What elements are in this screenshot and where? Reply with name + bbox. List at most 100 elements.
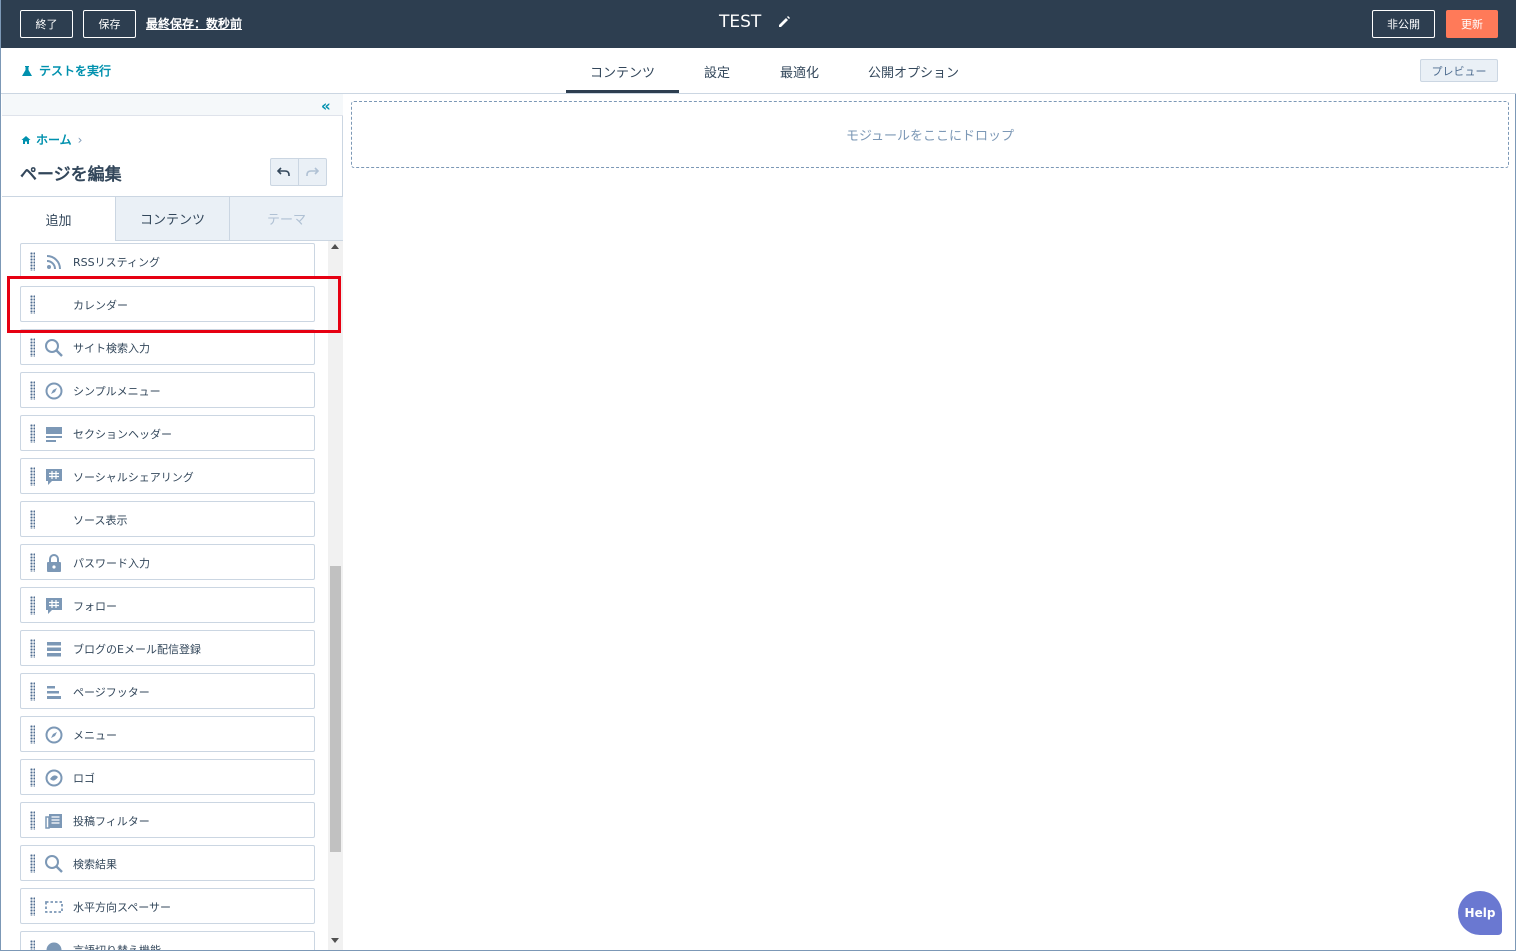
tab-optimize[interactable]: 最適化: [780, 62, 819, 81]
search-icon: [45, 855, 63, 873]
double-chevron-left-icon[interactable]: «: [321, 97, 331, 115]
compass-icon: [45, 382, 63, 400]
section-header-icon: [46, 427, 62, 442]
module-label: シンプルメニュー: [73, 385, 161, 398]
undo-icon: [277, 167, 291, 176]
module-label: RSSリスティング: [73, 256, 160, 269]
rss-icon: [46, 255, 61, 270]
module-label: 水平方向スペーサー: [73, 901, 172, 914]
breadcrumb-separator: ›: [77, 132, 83, 147]
module-item[interactable]: ソーシャルシェアリング: [20, 458, 315, 494]
editor-nav-bar: テストを実行 コンテンツ 設定 最適化 公開オプション プレビュー: [1, 48, 1516, 94]
breadcrumb: ホーム ›: [21, 131, 82, 148]
drag-handle-icon[interactable]: [30, 897, 35, 916]
module-label: ブログのEメール配信登録: [73, 643, 201, 656]
module-item[interactable]: ソース表示: [20, 501, 315, 537]
module-label: 言語切り替え機能: [73, 942, 161, 950]
module-item[interactable]: 水平方向スペーサー: [20, 888, 315, 924]
module-item[interactable]: ロゴ: [20, 759, 315, 795]
module-label: ページフッター: [73, 686, 150, 699]
module-item[interactable]: 投稿フィルター: [20, 802, 315, 838]
search-icon: [45, 339, 63, 357]
module-item[interactable]: 言語切り替え機能: [20, 931, 315, 950]
module-list: RSSリスティング カレンダー サイト検索入力 シンプルメニュー セクションヘッ…: [2, 241, 328, 950]
active-tab-indicator: [566, 90, 679, 93]
module-label: パスワード入力: [73, 557, 150, 570]
save-button[interactable]: 保存: [83, 10, 136, 38]
breadcrumb-home[interactable]: ホーム: [36, 131, 72, 148]
top-bar: 終了 保存 最終保存：数秒前 TEST 非公開 更新: [1, 0, 1516, 48]
drag-handle-icon[interactable]: [30, 338, 35, 357]
update-button[interactable]: 更新: [1446, 10, 1498, 38]
module-label: サイト検索入力: [73, 342, 150, 355]
tab-add[interactable]: 追加: [2, 197, 115, 241]
module-drop-zone[interactable]: モジュールをここにドロップ: [351, 101, 1509, 168]
drag-handle-icon[interactable]: [30, 467, 35, 486]
drag-handle-icon[interactable]: [30, 682, 35, 701]
module-label: ソース表示: [73, 514, 128, 527]
module-item[interactable]: シンプルメニュー: [20, 372, 315, 408]
footer-icon: [47, 686, 61, 699]
module-label: メニュー: [73, 729, 117, 742]
last-saved-link[interactable]: 最終保存：数秒前: [146, 15, 242, 32]
tab-sidebar-content[interactable]: コンテンツ: [115, 197, 229, 241]
drag-handle-icon[interactable]: [30, 553, 35, 572]
drag-handle-icon[interactable]: [30, 768, 35, 787]
app-window: 終了 保存 最終保存：数秒前 TEST 非公開 更新 テストを実行 コンテンツ …: [0, 0, 1516, 951]
lock-icon: [47, 554, 61, 572]
unpublish-button[interactable]: 非公開: [1372, 10, 1435, 38]
module-item[interactable]: ページフッター: [20, 673, 315, 709]
exit-button[interactable]: 終了: [20, 10, 73, 38]
scroll-up-arrow-icon[interactable]: [331, 244, 339, 249]
drag-handle-icon[interactable]: [30, 639, 35, 658]
logo-icon: [45, 769, 63, 787]
module-label: 投稿フィルター: [73, 815, 150, 828]
module-item[interactable]: パスワード入力: [20, 544, 315, 580]
preview-button[interactable]: プレビュー: [1420, 59, 1498, 82]
module-item[interactable]: ブログのEメール配信登録: [20, 630, 315, 666]
module-item[interactable]: フォロー: [20, 587, 315, 623]
scroll-down-arrow-icon[interactable]: [331, 938, 339, 943]
highlight-box: [7, 276, 341, 333]
tab-content[interactable]: コンテンツ: [590, 62, 655, 81]
run-test-link[interactable]: テストを実行: [21, 62, 111, 79]
module-label: セクションヘッダー: [73, 428, 172, 441]
sidebar-tabs: 追加 コンテンツ テーマ: [2, 196, 343, 241]
sidebar-collapse-bar: «: [2, 94, 343, 116]
module-item[interactable]: 検索結果: [20, 845, 315, 881]
tab-settings[interactable]: 設定: [704, 62, 730, 81]
module-item[interactable]: メニュー: [20, 716, 315, 752]
module-item[interactable]: セクションヘッダー: [20, 415, 315, 451]
redo-button[interactable]: [299, 159, 326, 185]
drag-handle-icon[interactable]: [30, 252, 35, 271]
drag-handle-icon[interactable]: [30, 725, 35, 744]
undo-redo-group: [270, 158, 327, 186]
page-name[interactable]: TEST: [719, 12, 761, 32]
pencil-icon[interactable]: [777, 15, 791, 29]
module-item[interactable]: サイト検索入力: [20, 329, 315, 365]
drag-handle-icon[interactable]: [30, 510, 35, 529]
redo-icon: [306, 167, 320, 176]
drag-handle-icon[interactable]: [30, 381, 35, 400]
help-button[interactable]: Help: [1458, 891, 1502, 935]
drag-handle-icon[interactable]: [30, 854, 35, 873]
form-icon: [47, 642, 61, 657]
drag-handle-icon[interactable]: [30, 811, 35, 830]
drag-handle-icon[interactable]: [30, 424, 35, 443]
undo-button[interactable]: [271, 159, 299, 185]
tab-theme[interactable]: テーマ: [229, 197, 343, 241]
drag-handle-icon[interactable]: [30, 940, 35, 950]
newspaper-icon: [45, 814, 62, 829]
home-icon: [21, 135, 31, 144]
run-test-label: テストを実行: [39, 64, 112, 78]
module-label: ソーシャルシェアリング: [73, 471, 194, 484]
module-label: ロゴ: [73, 772, 95, 785]
module-label: 検索結果: [73, 858, 117, 871]
tab-publish-options[interactable]: 公開オプション: [868, 62, 959, 81]
drag-handle-icon[interactable]: [30, 596, 35, 615]
module-label: フォロー: [73, 600, 117, 613]
scrollbar-thumb[interactable]: [330, 566, 341, 852]
module-item[interactable]: RSSリスティング: [20, 243, 315, 279]
flask-icon: [22, 65, 32, 76]
spacer-icon: [45, 901, 63, 913]
